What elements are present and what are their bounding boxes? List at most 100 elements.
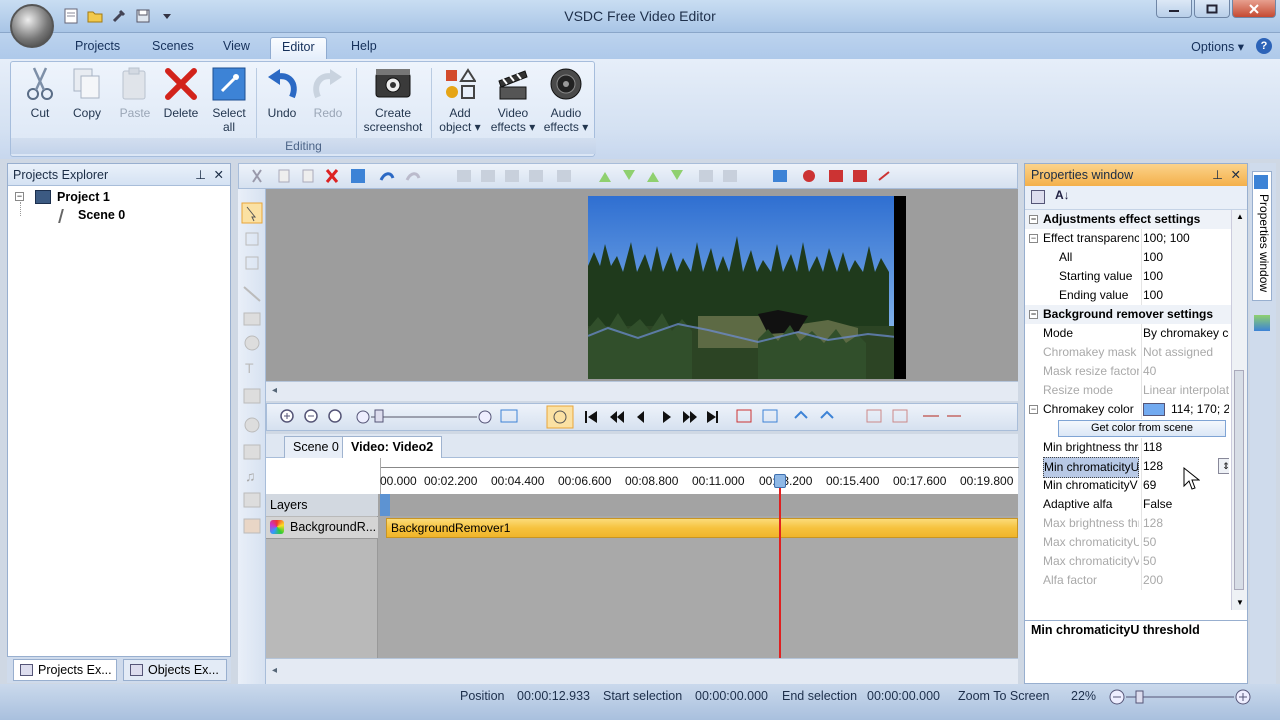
cut-button[interactable]: Cut (19, 66, 61, 120)
properties-side-tab[interactable]: Properties window (1252, 171, 1272, 301)
property-value[interactable]: 100 (1141, 286, 1229, 305)
track-header[interactable]: BackgroundR... (266, 517, 378, 539)
paste-button[interactable]: Paste (113, 66, 157, 120)
property-row[interactable]: Mode By chromakey color (1025, 324, 1231, 343)
window-title: VSDC Free Video Editor (564, 8, 716, 24)
property-row[interactable]: Mask resize factor 40 (1025, 362, 1231, 381)
scroll-up-icon[interactable]: ▲ (1236, 212, 1244, 221)
zoom-slider[interactable] (1108, 688, 1254, 706)
scrollbar-thumb[interactable] (1234, 370, 1244, 590)
properties-pin-icon[interactable]: ⊥ (1212, 164, 1223, 186)
options-menu[interactable]: Options ▾ (1191, 39, 1244, 54)
property-value[interactable]: Linear interpolation (1141, 381, 1229, 400)
spin-button[interactable]: ⇕ (1218, 458, 1229, 474)
resource-side-icon[interactable] (1254, 315, 1270, 331)
close-icon[interactable]: ✕ (214, 164, 224, 186)
tab-video-2[interactable]: Video: Video2 (342, 436, 443, 458)
property-value[interactable]: 128 (1141, 514, 1229, 533)
property-row[interactable]: All 100 (1025, 248, 1231, 267)
tab-projects[interactable]: Projects (64, 37, 131, 59)
cut-label: Cut (30, 106, 50, 120)
property-value[interactable]: 118 (1141, 438, 1229, 457)
categorized-icon[interactable] (1031, 190, 1045, 204)
property-row[interactable]: Min chromaticityV threshold69 (1025, 476, 1231, 495)
tab-projects-explorer[interactable]: Projects Ex... (13, 659, 117, 681)
property-value[interactable]: 100; 100 (1141, 229, 1229, 248)
property-row[interactable]: Max chromaticityV threshold50 (1025, 552, 1231, 571)
property-value[interactable]: Not assigned (1141, 343, 1229, 362)
property-value[interactable]: 50 (1141, 552, 1229, 571)
property-row[interactable]: Alfa factor 200 (1025, 571, 1231, 590)
clip-background-remover[interactable]: BackgroundRemover1 (386, 518, 1018, 538)
scroll-left-icon[interactable]: ◂ (272, 385, 277, 396)
tree-item-scene[interactable]: Scene 0 (78, 208, 125, 222)
tab-scenes[interactable]: Scenes (141, 37, 205, 59)
canvas-horizontal-scrollbar[interactable]: ◂ (266, 381, 1018, 401)
video-effects-button[interactable]: Video effects ▾ (487, 66, 539, 134)
property-value[interactable]: 100 (1141, 248, 1229, 267)
property-value[interactable]: False (1141, 495, 1229, 514)
property-value[interactable]: 40 (1141, 362, 1229, 381)
property-row[interactable]: Min chromaticityU threshold 128 ⇕ (1025, 457, 1231, 478)
section-collapse-toggle[interactable]: − (1029, 310, 1038, 319)
timeline-ruler[interactable]: 00.000 00:02.200 00:04.400 00:06.600 00:… (266, 458, 1019, 494)
property-value[interactable]: 114; 170; 2 (1141, 400, 1229, 419)
timeline-scroll-left-icon[interactable]: ◂ (272, 665, 277, 676)
property-row[interactable]: Resize mode Linear interpolation (1025, 381, 1231, 400)
minimize-button[interactable] (1156, 0, 1192, 18)
create-screenshot-button[interactable]: Create screenshot (359, 66, 427, 134)
app-logo-icon[interactable] (10, 4, 54, 48)
close-button[interactable] (1232, 0, 1276, 18)
pin-icon[interactable]: ⊥ (195, 164, 206, 186)
property-row[interactable]: Max chromaticityU threshold50 (1025, 533, 1231, 552)
playback-controls (585, 411, 718, 423)
playhead-line[interactable] (779, 476, 781, 658)
tab-objects-explorer[interactable]: Objects Ex... (123, 659, 227, 681)
property-section[interactable]: − Background remover settings (1025, 305, 1231, 324)
property-row[interactable]: − Chromakey color 114; 170; 2 (1025, 400, 1231, 419)
audio-effects-button[interactable]: Audio effects ▾ (539, 66, 593, 134)
row-collapse-toggle[interactable]: − (1029, 234, 1038, 243)
tab-editor[interactable]: Editor (270, 37, 327, 59)
property-row[interactable]: Starting value 100 (1025, 267, 1231, 286)
delete-button[interactable]: Delete (159, 66, 203, 120)
add-object-button[interactable]: Add object ▾ (435, 66, 485, 134)
property-value[interactable]: 200 (1141, 571, 1229, 590)
property-row[interactable]: Chromakey mask Not assigned (1025, 343, 1231, 362)
playhead-handle[interactable] (774, 474, 786, 488)
section-collapse-toggle[interactable]: − (1029, 215, 1038, 224)
redo-button[interactable]: Redo (307, 66, 349, 120)
collapse-toggle[interactable]: − (15, 192, 24, 201)
tab-view[interactable]: View (212, 37, 261, 59)
get-color-from-scene-button[interactable]: Get color from scene (1058, 420, 1226, 437)
property-description: Min chromaticityU threshold (1024, 620, 1248, 684)
row-collapse-toggle[interactable]: − (1029, 405, 1038, 414)
scroll-down-icon[interactable]: ▼ (1236, 598, 1244, 607)
timeline-horizontal-scrollbar[interactable]: ◂ (266, 658, 1018, 684)
property-section[interactable]: − Adjustments effect settings (1025, 210, 1231, 229)
property-row[interactable]: Max brightness threshold128 (1025, 514, 1231, 533)
tree-item-project[interactable]: Project 1 (57, 190, 110, 204)
properties-scrollbar[interactable]: ▲ ▼ (1231, 210, 1247, 610)
select-all-button[interactable]: Select all (207, 66, 251, 134)
help-icon[interactable]: ? (1256, 38, 1272, 54)
property-row[interactable]: Min brightness threshold118 (1025, 438, 1231, 457)
track-row[interactable]: BackgroundR... BackgroundRemover1 (266, 517, 1018, 539)
property-row[interactable]: Adaptive alfa False (1025, 495, 1231, 514)
properties-close-icon[interactable]: ✕ (1231, 164, 1241, 186)
copy-button[interactable]: Copy (65, 66, 109, 120)
zoom-to-screen-button[interactable]: Zoom To Screen (958, 689, 1049, 703)
property-value[interactable]: 100 (1141, 267, 1229, 286)
property-value[interactable]: By chromakey color (1141, 324, 1229, 343)
maximize-button[interactable] (1194, 0, 1230, 18)
property-value[interactable]: 50 (1141, 533, 1229, 552)
sort-az-icon[interactable]: A↓ (1055, 188, 1070, 202)
undo-button[interactable]: Undo (261, 66, 303, 120)
get-color-row[interactable]: Get color from scene (1025, 419, 1231, 438)
video-preview[interactable] (588, 196, 906, 379)
property-row[interactable]: − Effect transparency 100; 100 (1025, 229, 1231, 248)
tab-help[interactable]: Help (340, 37, 388, 59)
property-row[interactable]: Ending value 100 (1025, 286, 1231, 305)
tab-scene-0[interactable]: Scene 0 (284, 436, 348, 458)
range-start-marker[interactable] (380, 494, 390, 516)
